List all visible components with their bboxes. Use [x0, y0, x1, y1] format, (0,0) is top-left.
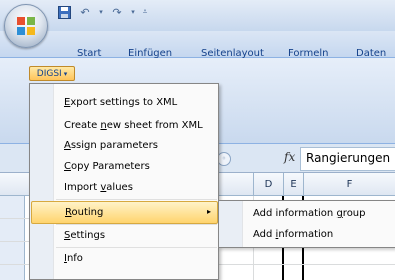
digsi-menu-button[interactable]: DIGSI ▾ — [29, 66, 75, 81]
dropdown-arrow-icon[interactable]: ▾ — [129, 4, 137, 20]
submenu-item-add-information-group[interactable]: Add information group — [220, 203, 395, 225]
formula-value: Rangierungen — [306, 151, 391, 165]
digsi-label: DIGSI — [36, 68, 62, 79]
chevron-down-icon: ▾ — [63, 69, 68, 78]
menu-item-label: Create new sheet from XML — [64, 120, 203, 131]
save-icon[interactable] — [55, 4, 73, 20]
submenu-item-add-information[interactable]: Add information — [220, 224, 395, 246]
menu-item-label: Assign parameters — [64, 140, 158, 151]
menu-separator — [56, 199, 217, 200]
submenu-item-label: Add information — [253, 229, 334, 240]
column-header-e[interactable]: E — [283, 173, 303, 196]
menu-item-info[interactable]: Info — [31, 248, 218, 271]
quick-access-toolbar: ↶ ▾ ↷ ▾ ⩡ — [55, 3, 150, 21]
ribbon-tabs — [0, 31, 395, 58]
dropdown-arrow-icon[interactable]: ▾ — [97, 4, 105, 20]
menu-item-assign-parameters[interactable]: Assign parameters — [31, 135, 218, 158]
column-header-d[interactable]: D — [253, 173, 283, 196]
undo-icon[interactable]: ↶ — [76, 4, 94, 20]
menu-item-label: Import values — [64, 182, 133, 193]
office-logo-icon — [17, 17, 35, 35]
menu-item-label: Info — [64, 253, 83, 264]
expand-icon[interactable]: ◦ — [217, 152, 231, 166]
menu-item-routing[interactable]: Routing ▸ — [31, 201, 218, 224]
redo-icon[interactable]: ↷ — [108, 4, 126, 20]
column-header-f[interactable]: F — [303, 173, 395, 196]
row-header-column — [0, 196, 25, 280]
menu-item-settings[interactable]: Settings — [31, 225, 218, 248]
menu-item-label: Settings — [64, 230, 106, 241]
menu-item-label: Copy Parameters — [64, 161, 150, 172]
chevron-right-icon: ▸ — [206, 207, 211, 216]
office-button[interactable] — [4, 4, 48, 48]
menu-item-label: Routing — [65, 207, 104, 218]
menu-item-export-settings[interactable]: Export settings to XML — [31, 92, 218, 115]
submenu-item-label: Add information group — [253, 208, 366, 219]
insert-function-icon[interactable]: fx — [284, 150, 295, 164]
menu-item-label: Export settings to XML — [64, 97, 178, 108]
menu-item-copy-parameters[interactable]: Copy Parameters — [31, 156, 218, 179]
customize-icon[interactable]: ⩡ — [140, 4, 150, 20]
menu-item-import-values[interactable]: Import values — [31, 177, 218, 200]
